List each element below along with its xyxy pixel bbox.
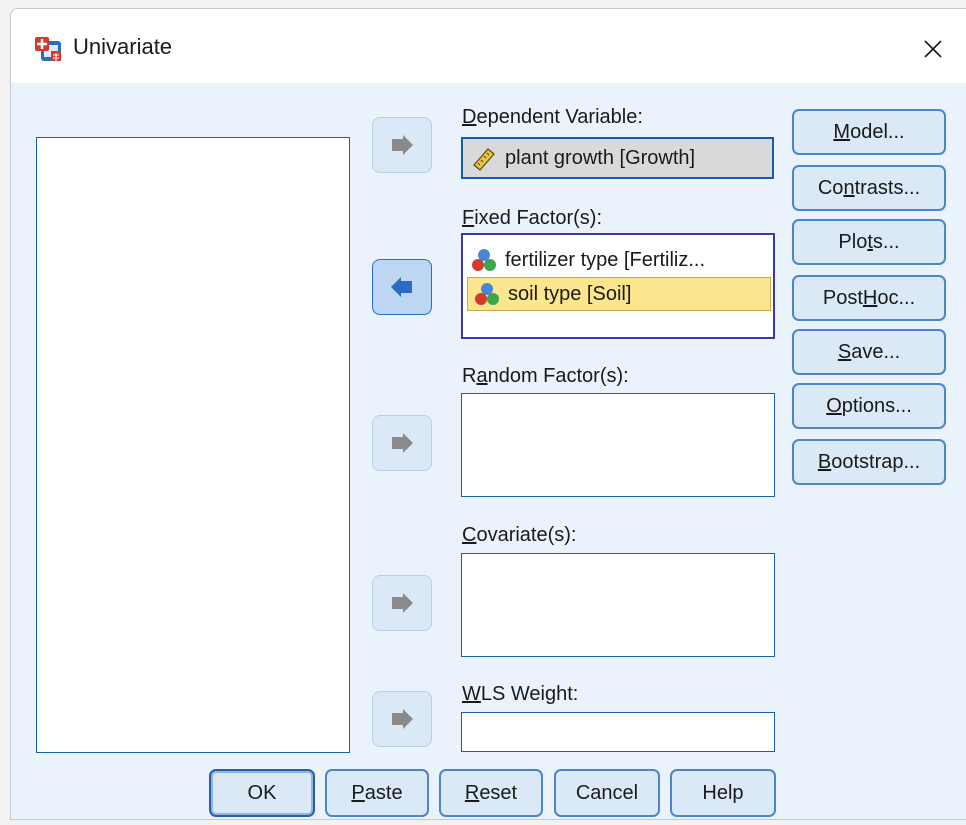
dependent-variable-text: plant growth [Growth] [505,146,696,169]
covariates-list[interactable] [461,553,775,657]
title-bar: Univariate [11,9,966,83]
fixed-factor-item-selected[interactable]: soil type [Soil] [467,277,771,311]
random-factors-list[interactable] [461,393,775,497]
scale-ruler-icon [473,148,495,171]
wls-weight-field[interactable] [461,712,775,752]
arrow-right-icon [392,709,413,729]
model-button[interactable]: Model... [792,109,946,155]
dependent-variable-item[interactable]: plant growth [Growth] [465,141,695,175]
window-title: Univariate [73,34,173,59]
post-hoc-button[interactable]: Post Hoc... [792,275,946,321]
fixed-factors-list[interactable]: fertilizer type [Fertiliz... soil type [… [461,233,775,339]
fixed-factor-item-label: soil type [Soil] [508,282,632,305]
random-factors-label: Random Factor(s): [462,365,629,387]
move-to-dependent-button[interactable] [372,117,432,173]
dependent-variable-field[interactable]: plant growth [Growth] [461,137,774,179]
fixed-factor-item[interactable]: fertilizer type [Fertiliz... [465,243,771,277]
move-to-random-factor-button[interactable] [372,415,432,471]
paste-button[interactable]: Paste [325,769,429,817]
arrow-right-icon [392,135,413,155]
source-variable-list[interactable] [36,137,350,753]
arrow-left-icon [391,277,412,297]
move-from-fixed-factor-button[interactable] [372,259,432,315]
spss-dialog-icon [33,33,63,63]
move-to-covariate-button[interactable] [372,575,432,631]
options-button[interactable]: Options... [792,383,946,429]
reset-button[interactable]: Reset [439,769,543,817]
nominal-balls-icon [475,283,499,305]
plots-button[interactable]: Plo t s... [792,219,946,265]
save-button[interactable]: Save... [792,329,946,375]
covariates-label: Covariate(s): [462,524,577,546]
close-button[interactable] [913,29,953,69]
contrasts-button[interactable]: Co n trasts... [792,165,946,211]
fixed-factors-label: Fixed Factor(s): [462,207,603,229]
dependent-variable-label: Dependent Variable: [462,106,643,128]
move-to-wls-weight-button[interactable] [372,691,432,747]
nominal-balls-icon [472,249,496,271]
help-button[interactable]: Help [670,769,776,817]
close-icon [924,40,942,58]
univariate-dialog: Univariate Dependent Variable: plant gro… [10,8,966,820]
cancel-button[interactable]: Cancel [554,769,660,817]
arrow-right-icon [392,593,413,613]
fixed-factor-item-label: fertilizer type [Fertiliz... [505,248,706,271]
wls-weight-label: WLS Weight: [462,683,579,705]
arrow-right-icon [392,433,413,453]
bootstrap-button[interactable]: Bootstrap... [792,439,946,485]
ok-button[interactable]: OK [209,769,315,817]
